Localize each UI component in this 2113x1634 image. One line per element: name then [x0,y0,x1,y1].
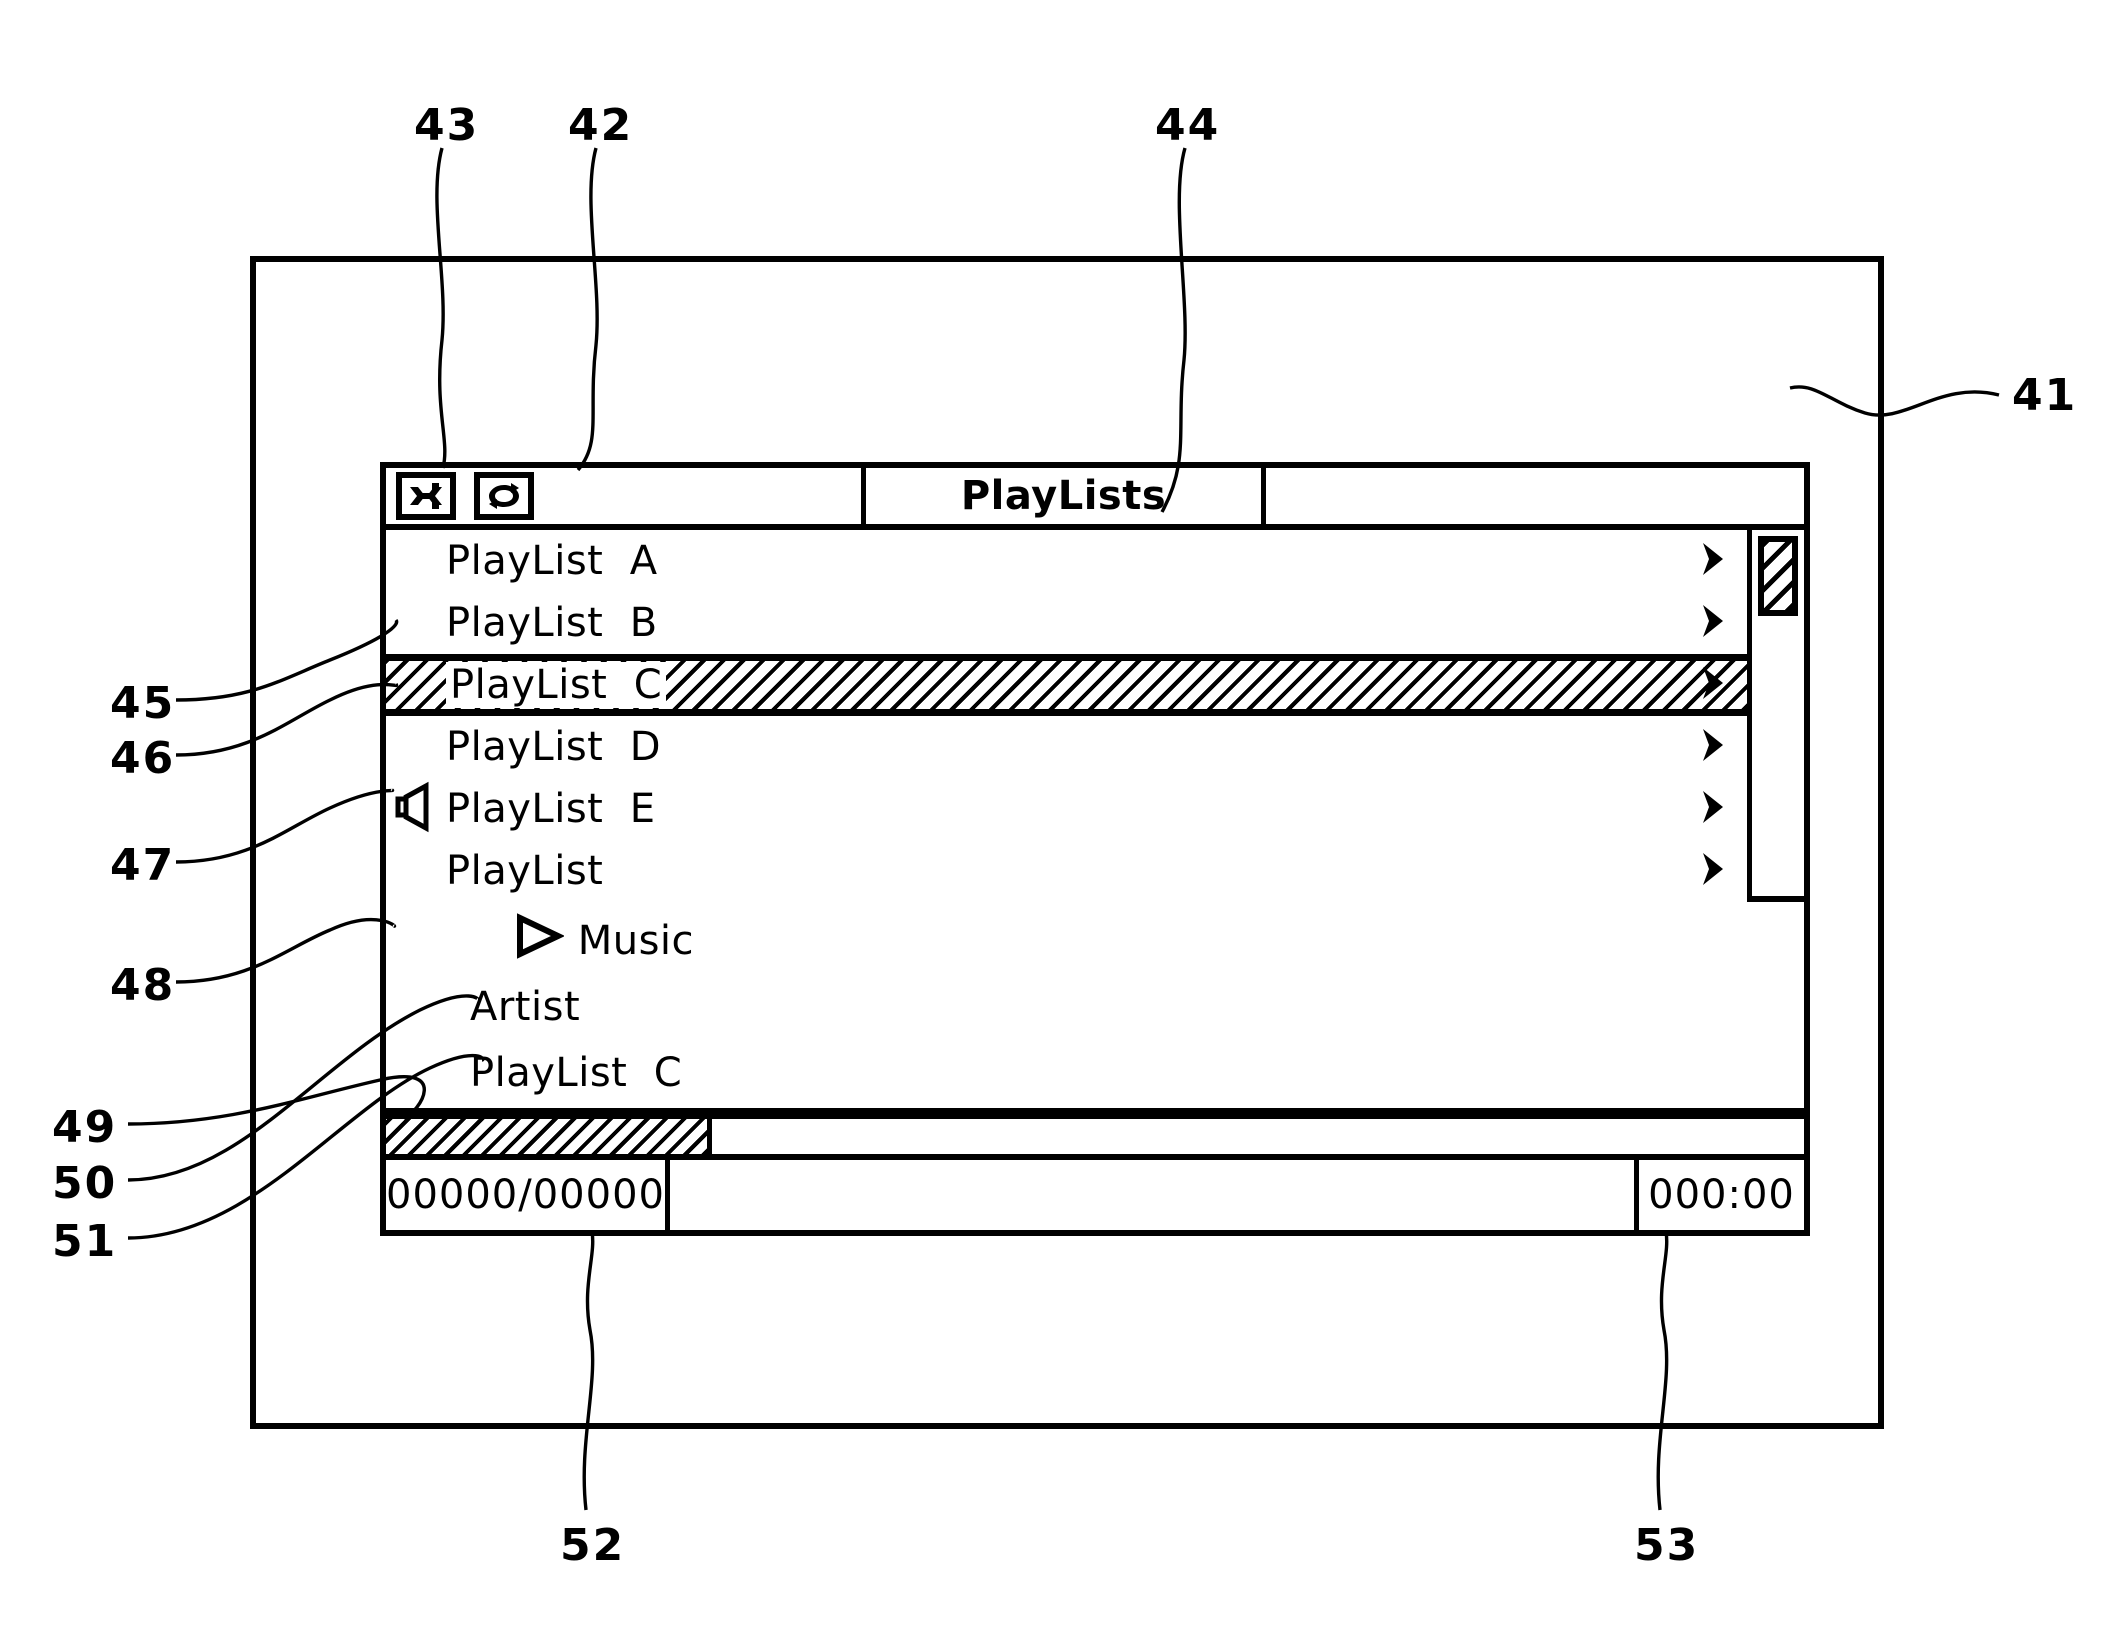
list-item-label: PlayList B [446,600,658,646]
progress-bar[interactable] [380,1114,1810,1160]
list-item-label: PlayList [446,848,604,894]
ref-label-42: 42 [568,100,634,151]
ref-label-45: 45 [110,678,176,729]
now-playing-track-row: Music [406,908,1804,974]
now-playing-playlist: PlayList C [470,1050,683,1096]
now-playing-panel: Music Artist PlayList C [380,902,1810,1114]
ref-label-52: 52 [560,1520,626,1571]
ref-label-47: 47 [110,840,176,891]
list-item-label: PlayList C [446,662,667,708]
list-item-selected[interactable]: PlayList C [386,654,1747,716]
list-item[interactable]: PlayList E [386,778,1747,840]
shuffle-icon [408,482,444,510]
status-bar: 00000/00000 000:00 [380,1160,1810,1236]
list-item[interactable]: PlayList [386,840,1747,902]
ref-label-44: 44 [1155,100,1221,151]
ref-label-41: 41 [2012,370,2078,421]
page-title: PlayLists [960,473,1167,519]
scrollbar-thumb[interactable] [1758,536,1798,616]
list-item[interactable]: PlayList D [386,716,1747,778]
ref-label-49: 49 [52,1102,118,1153]
repeat-icon [487,482,521,510]
list-item[interactable]: PlayList A [386,530,1747,592]
ref-label-51: 51 [52,1216,118,1267]
ref-label-48: 48 [110,960,176,1011]
status-bar-middle [670,1160,1639,1230]
track-counter: 00000/00000 [386,1160,670,1230]
music-player-screen: PlayLists PlayList A PlayList B PlayList… [380,462,1810,1236]
now-playing-track: Music [577,918,695,964]
title-bar-center-cell: PlayLists [866,468,1266,524]
ref-label-46: 46 [110,733,176,784]
playlist-rows: PlayList A PlayList B PlayList C PlayLis… [386,530,1752,902]
speaker-icon [392,781,438,837]
elapsed-time: 000:00 [1648,1172,1795,1218]
title-bar-right-cell [1266,468,1804,524]
now-playing-artist: Artist [470,984,581,1030]
ref-label-43: 43 [414,100,480,151]
ref-label-50: 50 [52,1158,118,1209]
vertical-scrollbar[interactable] [1752,530,1804,896]
chevron-right-icon [1697,539,1731,583]
title-bar-left-cell [386,468,866,524]
repeat-button[interactable] [474,472,534,520]
now-playing-playlist-row: PlayList C [406,1040,1804,1106]
playlist-list-area: PlayList A PlayList B PlayList C PlayLis… [380,530,1810,902]
progress-bar-fill [386,1119,713,1154]
list-item-label: PlayList E [446,786,656,832]
ref-label-53: 53 [1634,1520,1700,1571]
chevron-right-icon [1697,725,1731,769]
chevron-right-icon [1697,849,1731,893]
list-item-label: PlayList D [446,724,662,770]
title-bar: PlayLists [380,462,1810,530]
list-item[interactable]: PlayList B [386,592,1747,654]
chevron-right-icon [1697,601,1731,645]
shuffle-button[interactable] [396,472,456,520]
list-item-label: PlayList A [446,538,658,584]
now-playing-artist-row: Artist [406,974,1804,1040]
chevron-right-icon [1697,787,1731,831]
chevron-right-icon [1697,663,1731,707]
